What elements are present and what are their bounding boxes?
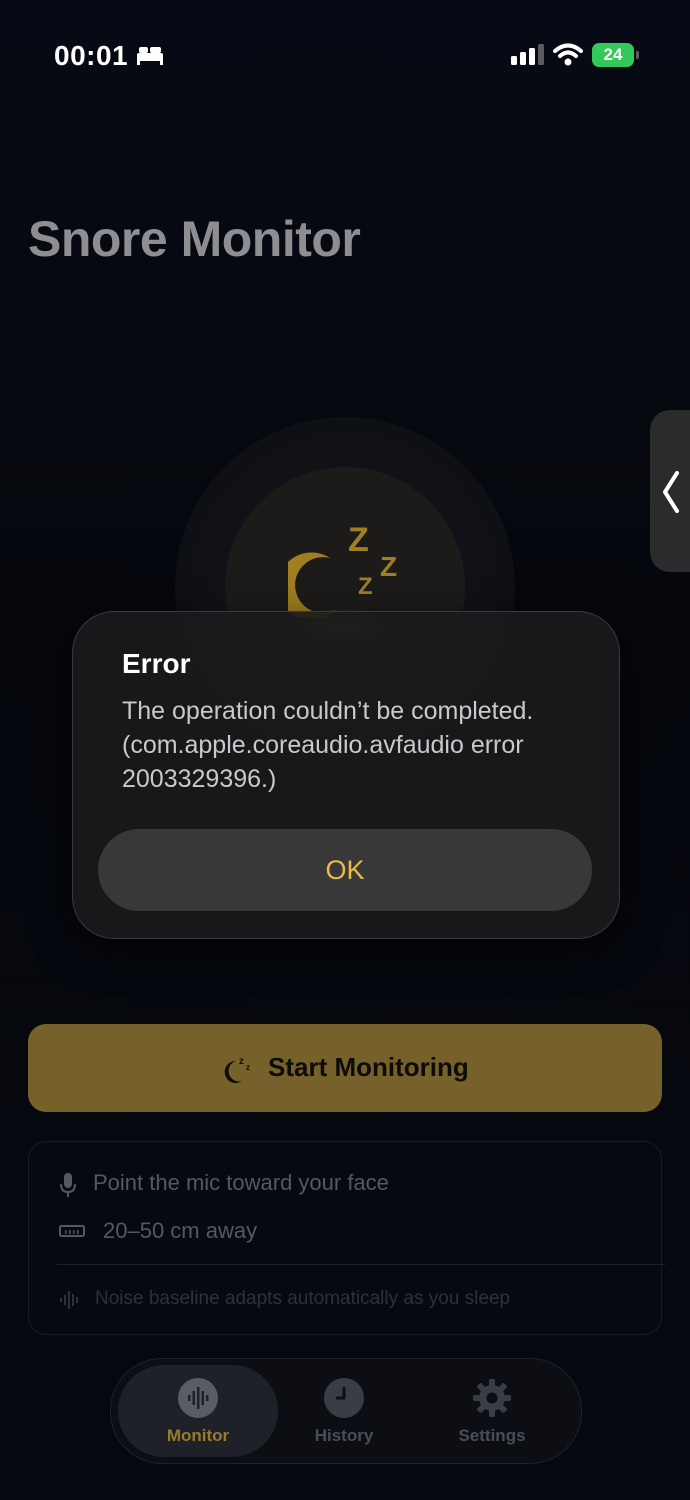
wifi-icon (553, 42, 583, 71)
alert-ok-button[interactable]: OK (98, 829, 592, 911)
tip-note: Noise baseline adapts automatically as y… (95, 1288, 511, 1309)
svg-text:z: z (239, 1056, 244, 1067)
alert-message: The operation couldn’t be completed. (co… (122, 697, 534, 793)
start-monitoring-label: Start Monitoring (268, 1052, 469, 1082)
tips-divider (57, 1264, 665, 1265)
svg-text:Z: Z (380, 551, 397, 582)
tab-history[interactable]: History (274, 1378, 414, 1454)
tip-text: Point the mic toward your face (93, 1170, 389, 1195)
tip-row: 20–50 cm away (29, 1212, 661, 1252)
svg-text:z: z (246, 1063, 250, 1072)
svg-text:Z: Z (348, 521, 369, 559)
battery-level: 24 (592, 43, 634, 67)
moon-zzz-icon: z z (224, 1054, 254, 1089)
clock-icon (324, 1378, 364, 1418)
tip-row: Point the mic toward your face (29, 1164, 661, 1204)
side-panel-handle[interactable] (650, 410, 690, 572)
waveform-icon (59, 1290, 81, 1315)
battery-icon: 24 (592, 43, 640, 67)
tab-label: Monitor (166, 1426, 230, 1445)
bed-icon (136, 44, 164, 71)
start-monitoring-button[interactable]: z z Start Monitoring (28, 1024, 662, 1112)
svg-text:Z: Z (358, 573, 373, 600)
chevron-left-icon (663, 471, 679, 513)
status-time: 00:01 (54, 40, 129, 71)
alert-title: Error (122, 648, 191, 679)
waveform-icon (178, 1378, 218, 1418)
status-bar: 00:01 24 (0, 0, 690, 110)
gear-icon (472, 1378, 512, 1418)
page-title: Snore Monitor (28, 211, 361, 267)
tab-monitor[interactable]: Monitor (128, 1378, 268, 1454)
battery-cap (636, 51, 639, 59)
signal-icon (510, 44, 544, 71)
tips-card: Point the mic toward your face 20–50 cm … (28, 1141, 665, 1335)
tab-label: Settings (458, 1426, 526, 1445)
microphone-icon (59, 1172, 77, 1203)
tip-text: 20–50 cm away (103, 1218, 258, 1243)
ruler-icon (59, 1224, 85, 1243)
moon-zzz-icon: Z Z Z (277, 518, 408, 623)
tab-label: History (314, 1426, 374, 1445)
tab-settings[interactable]: Settings (422, 1378, 562, 1454)
app-screen: 00:01 24 Snore Monitor Z Z Z Error The o… (0, 0, 690, 1500)
